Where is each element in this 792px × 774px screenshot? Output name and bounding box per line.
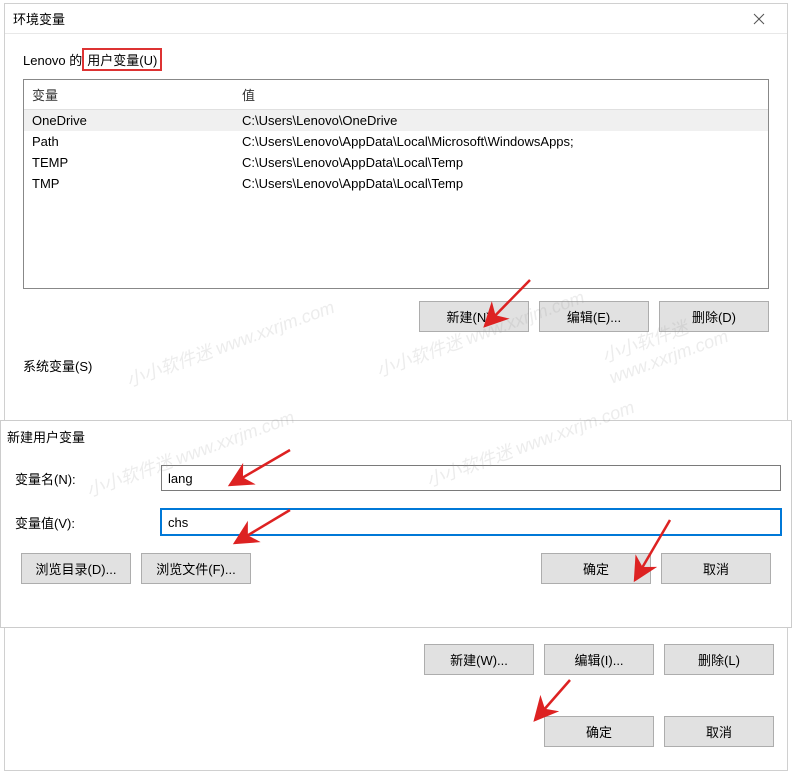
col-value[interactable]: 值 (234, 80, 768, 109)
var-name-label: 变量名(N): (11, 469, 161, 488)
system-buttons-row: 新建(W)... 编辑(I)... 删除(L) (424, 644, 774, 675)
edit-user-var-button[interactable]: 编辑(E)... (539, 301, 649, 332)
cell-var: TEMP (24, 152, 234, 173)
new-user-var-button[interactable]: 新建(N)... (419, 301, 529, 332)
user-vars-list[interactable]: 变量 值 OneDriveC:\Users\Lenovo\OneDrivePat… (23, 79, 769, 289)
new-sys-var-button[interactable]: 新建(W)... (424, 644, 534, 675)
system-vars-label: 系统变量(S) (23, 356, 769, 375)
main-cancel-button[interactable]: 取消 (664, 716, 774, 747)
table-row[interactable]: OneDriveC:\Users\Lenovo\OneDrive (24, 110, 768, 131)
main-dialog-buttons: 确定 取消 (544, 716, 774, 747)
edit-sys-var-button[interactable]: 编辑(I)... (544, 644, 654, 675)
window-title: 环境变量 (13, 9, 65, 28)
dialog-ok-button[interactable]: 确定 (541, 553, 651, 584)
col-variable[interactable]: 变量 (24, 80, 234, 109)
dialog-cancel-button[interactable]: 取消 (661, 553, 771, 584)
cell-var: Path (24, 131, 234, 152)
table-row[interactable]: PathC:\Users\Lenovo\AppData\Local\Micros… (24, 131, 768, 152)
user-buttons-row: 新建(N)... 编辑(E)... 删除(D) (23, 301, 769, 332)
delete-sys-var-button[interactable]: 删除(L) (664, 644, 774, 675)
user-vars-label: Lenovo 的用户变量(U) (23, 48, 769, 71)
delete-user-var-button[interactable]: 删除(D) (659, 301, 769, 332)
dialog-title: 新建用户变量 (7, 427, 85, 446)
cell-var: TMP (24, 173, 234, 194)
var-name-input[interactable] (161, 465, 781, 491)
close-icon (753, 13, 765, 25)
browse-file-button[interactable]: 浏览文件(F)... (141, 553, 251, 584)
cell-val: C:\Users\Lenovo\AppData\Local\Temp (234, 173, 768, 194)
table-row[interactable]: TMPC:\Users\Lenovo\AppData\Local\Temp (24, 173, 768, 194)
cell-val: C:\Users\Lenovo\AppData\Local\Temp (234, 152, 768, 173)
list-header: 变量 值 (24, 80, 768, 110)
table-row[interactable]: TEMPC:\Users\Lenovo\AppData\Local\Temp (24, 152, 768, 173)
titlebar: 环境变量 (5, 4, 787, 34)
browse-dir-button[interactable]: 浏览目录(D)... (21, 553, 131, 584)
cell-val: C:\Users\Lenovo\AppData\Local\Microsoft\… (234, 131, 768, 152)
cell-val: C:\Users\Lenovo\OneDrive (234, 110, 768, 131)
var-value-label: 变量值(V): (11, 513, 161, 532)
var-value-input[interactable] (161, 509, 781, 535)
main-ok-button[interactable]: 确定 (544, 716, 654, 747)
dialog-titlebar: 新建用户变量 (1, 421, 791, 451)
close-button[interactable] (739, 5, 779, 33)
cell-var: OneDrive (24, 110, 234, 131)
new-user-var-dialog: 新建用户变量 变量名(N): 变量值(V): 浏览目录(D)... 浏览文件(F… (0, 420, 792, 628)
user-vars-highlight: 用户变量(U) (82, 48, 162, 71)
